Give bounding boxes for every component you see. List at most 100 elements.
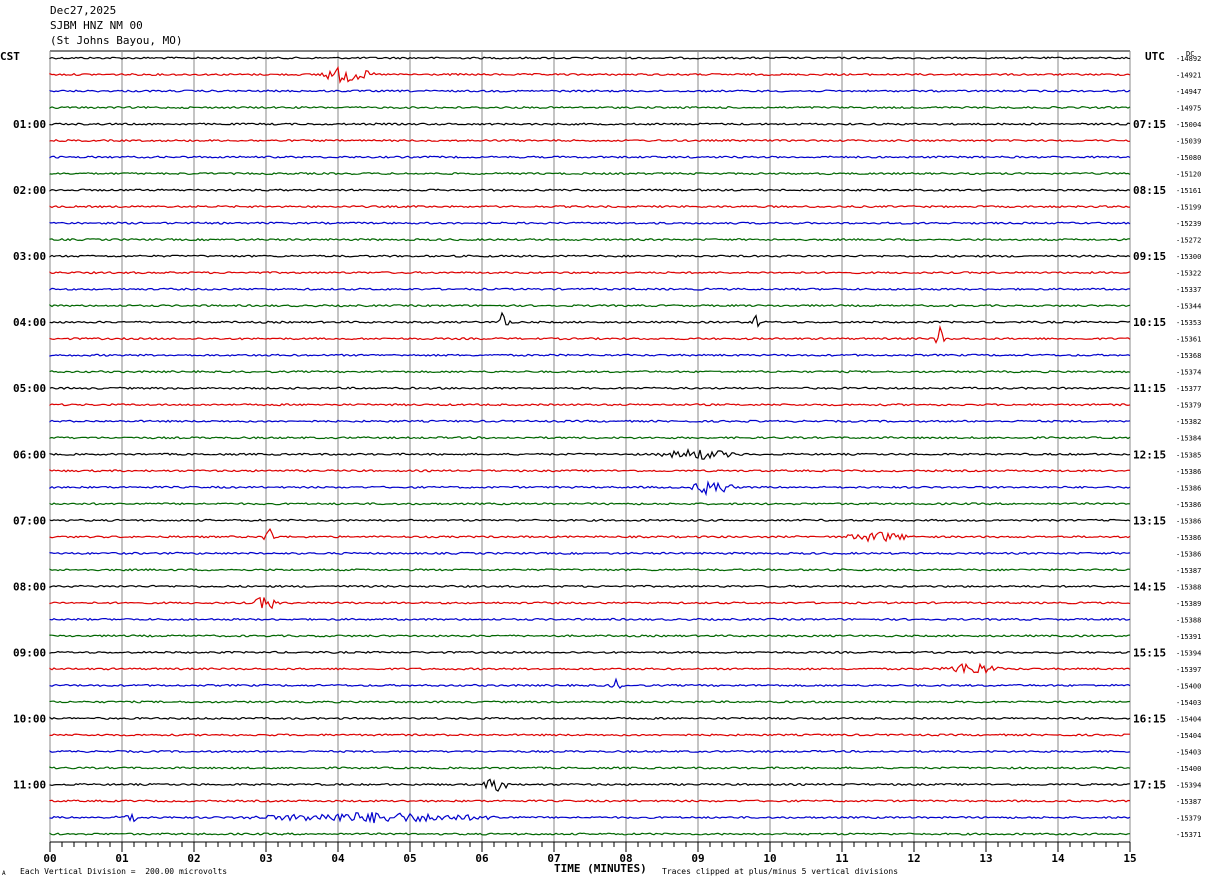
right-hour-label: 09:15	[1133, 250, 1166, 263]
seismic-trace	[49, 617, 1131, 622]
dc-offset-label: -15272	[1176, 237, 1201, 245]
dc-offset-label: -15403	[1176, 748, 1201, 756]
dc-offset-label: -15386	[1176, 534, 1201, 542]
dc-offset-label: -15387	[1176, 567, 1201, 575]
seismic-trace	[49, 568, 1131, 572]
dc-header-label: DC	[1186, 50, 1194, 58]
right-hour-label: 10:15	[1133, 316, 1166, 329]
dc-offset-label: -15394	[1176, 649, 1201, 657]
dc-offset-label: -14947	[1176, 88, 1201, 96]
dc-offset-label: -15120	[1176, 171, 1201, 179]
dc-offset-label: -15199	[1176, 204, 1201, 212]
seismic-trace	[49, 700, 1131, 704]
right-hour-label: 14:15	[1133, 580, 1166, 593]
seismic-trace	[49, 596, 1131, 610]
right-hour-label: 15:15	[1133, 646, 1166, 659]
x-tick-label: 14	[1051, 852, 1065, 865]
dc-offset-label: -15386	[1176, 484, 1201, 492]
dc-offset-label: -15382	[1176, 418, 1201, 426]
seismic-trace	[49, 662, 1131, 675]
dc-offset-label: -15388	[1176, 583, 1201, 591]
seismic-trace	[49, 254, 1131, 258]
seismic-trace	[49, 677, 1131, 690]
x-tick-label: 12	[907, 852, 920, 865]
right-hour-label: 07:15	[1133, 118, 1166, 131]
dc-offset-label: -15322	[1176, 270, 1201, 278]
seismic-trace	[49, 324, 1131, 344]
x-axis-title: TIME (MINUTES)	[554, 862, 647, 875]
dc-offset-label: -15344	[1176, 303, 1201, 311]
x-tick-label: 03	[259, 852, 272, 865]
dc-offset-label: -15080	[1176, 154, 1201, 162]
x-tick-label: 11	[835, 852, 849, 865]
dc-offset-label: -15389	[1176, 600, 1201, 608]
dc-offset-label: -14975	[1176, 105, 1201, 113]
seismic-trace	[49, 527, 1131, 543]
clip-note: Traces clipped at plus/minus 5 vertical …	[662, 867, 899, 876]
right-hour-label: 11:15	[1133, 382, 1166, 395]
dc-offset-label: -15368	[1176, 352, 1201, 360]
seismic-trace	[49, 502, 1131, 506]
seismic-trace	[49, 270, 1131, 275]
right-hour-label: 08:15	[1133, 184, 1166, 197]
dc-offset-label: -15404	[1176, 732, 1201, 740]
seismic-trace	[49, 634, 1131, 638]
seismic-trace	[49, 403, 1131, 407]
seismic-trace	[49, 221, 1131, 225]
seismic-trace	[49, 733, 1130, 737]
seismic-trace	[49, 436, 1131, 440]
x-tick-label: 04	[331, 852, 345, 865]
dc-offset-label: -15386	[1176, 468, 1201, 476]
left-hour-label: 01:00	[13, 118, 46, 131]
seismic-trace	[49, 171, 1131, 176]
dc-offset-label: -15379	[1176, 814, 1201, 822]
dc-offset-label: -14921	[1176, 72, 1201, 80]
seismic-trace	[49, 89, 1131, 93]
seismic-trace	[49, 311, 1131, 328]
seismic-trace	[49, 799, 1131, 803]
seismic-trace	[49, 584, 1131, 589]
seismic-trace	[49, 287, 1131, 291]
corner-mark: A	[2, 870, 6, 877]
seismic-trace	[49, 237, 1131, 242]
dc-offset-label: -15403	[1176, 699, 1201, 707]
dc-offset-label: -15386	[1176, 517, 1201, 525]
dc-offset-label: -15404	[1176, 715, 1201, 723]
seismic-trace	[49, 188, 1131, 192]
label-layer: 00 01 02 03 04 05 06 07 08 09 10 11 12 13 14 15-14892-1…	[13, 50, 1201, 865]
seismic-trace	[49, 832, 1131, 836]
seismic-trace	[49, 419, 1131, 423]
dc-offset-label: -15300	[1176, 253, 1201, 261]
seismic-trace	[49, 469, 1131, 473]
seismic-trace	[49, 122, 1131, 126]
dc-offset-label: -15391	[1176, 633, 1201, 641]
seismic-trace	[49, 138, 1130, 143]
left-hour-label: 07:00	[13, 514, 46, 527]
dc-offset-label: -15394	[1176, 781, 1201, 789]
left-hour-label: 03:00	[13, 250, 46, 263]
scale-note: Each Vertical Division = 200.00 microvol…	[20, 867, 228, 876]
seismic-trace	[49, 155, 1131, 159]
left-hour-label: 05:00	[13, 382, 46, 395]
dc-offset-label: -15004	[1176, 121, 1201, 129]
dc-offset-label: -15387	[1176, 798, 1201, 806]
seismic-trace	[49, 480, 1131, 497]
dc-offset-label: -15039	[1176, 138, 1201, 146]
dc-offset-label: -15337	[1176, 286, 1201, 294]
seismic-trace	[49, 448, 1131, 460]
dc-offset-label: -15386	[1176, 550, 1201, 558]
right-hour-label: 13:15	[1133, 514, 1166, 527]
seismic-trace	[49, 353, 1131, 357]
left-hour-label: 06:00	[13, 448, 46, 461]
dc-offset-label: -15379	[1176, 402, 1201, 410]
seismic-trace	[49, 778, 1131, 792]
right-hour-label: 16:15	[1133, 712, 1166, 725]
seismic-trace	[49, 56, 1131, 60]
x-tick-label: 05	[403, 852, 416, 865]
helicorder-plot: 00 01 02 03 04 05 06 07 08 09 10 11 12 13 14 15-14892-1…	[13, 50, 1201, 865]
seismic-trace	[49, 518, 1131, 522]
x-tick-label: 06	[475, 852, 489, 865]
x-tick-label: 00	[43, 852, 56, 865]
seismic-trace	[49, 105, 1131, 110]
x-tick-label: 15	[1123, 852, 1136, 865]
